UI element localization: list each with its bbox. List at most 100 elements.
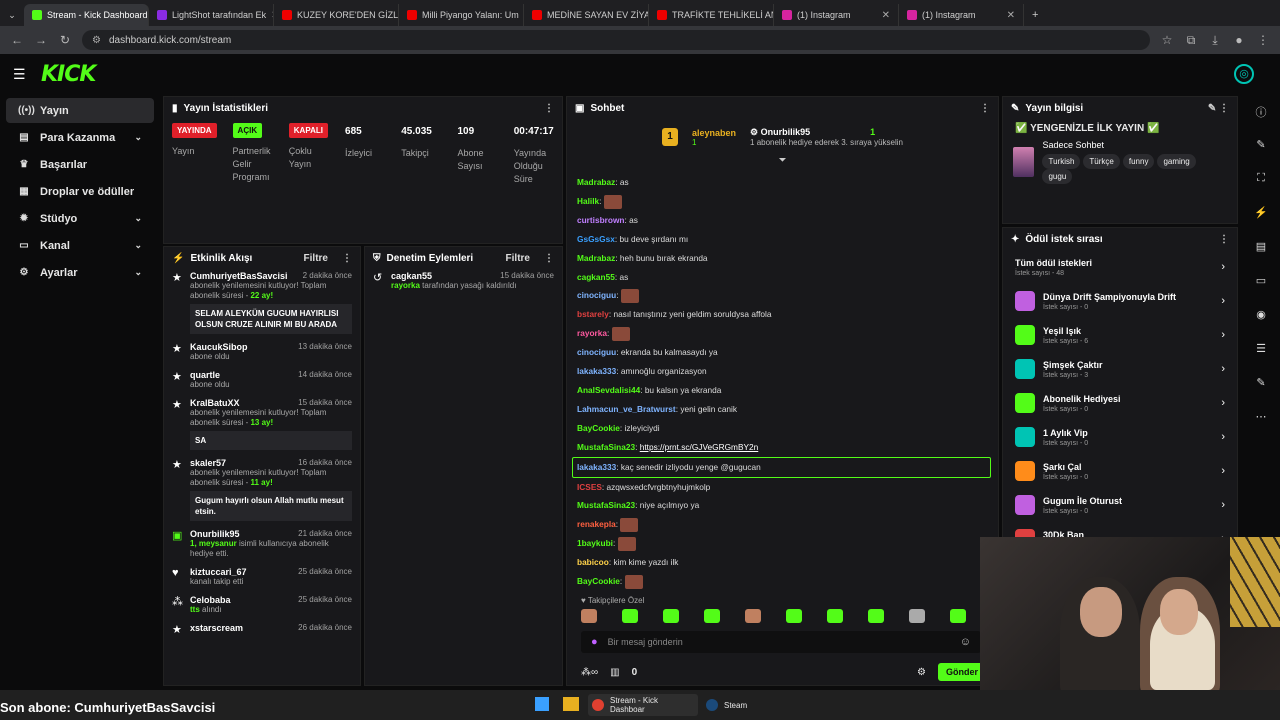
pencil-icon[interactable]: ✎ bbox=[1253, 138, 1269, 154]
emote-icon[interactable] bbox=[786, 609, 802, 623]
close-tab-icon[interactable]: ✕ bbox=[882, 10, 890, 21]
browser-tab[interactable]: MEDİNE SAYAN EV ZİYA✕ bbox=[524, 4, 649, 26]
settings-gear-icon[interactable]: ⚙ bbox=[917, 667, 926, 678]
taskbar-app-chrome[interactable]: Stream - Kick Dashboar bbox=[588, 694, 698, 716]
edit-icon[interactable]: ✎ ⋮ bbox=[1208, 103, 1229, 114]
chat-username[interactable]: MustafaSina23 bbox=[577, 500, 635, 510]
browser-tab[interactable]: KUZEY KORE'DEN GİZLİ✕ bbox=[274, 4, 399, 26]
category-thumbnail[interactable] bbox=[1013, 147, 1035, 177]
info-icon[interactable]: ⓘ bbox=[1253, 104, 1269, 120]
activity-username[interactable]: KralBatuXX bbox=[190, 398, 240, 408]
tab-search-icon[interactable]: ⌄ bbox=[0, 4, 24, 26]
forward-icon[interactable]: → bbox=[34, 33, 48, 47]
tag-chip[interactable]: gaming bbox=[1157, 154, 1196, 169]
bolt-icon[interactable]: ⚡ bbox=[1253, 206, 1269, 222]
reward-item[interactable]: Dünya Drift Şampiyonuyla Drift İstek sayı… bbox=[1003, 284, 1237, 318]
filter-button[interactable]: Filtre bbox=[304, 253, 328, 264]
chevron-right-icon[interactable]: › bbox=[1221, 397, 1225, 409]
reload-icon[interactable]: ↻ bbox=[58, 33, 72, 47]
reward-item[interactable]: Şarkı Çal İstek sayısı - 0 › bbox=[1003, 454, 1237, 488]
activity-username[interactable]: KaucukSibop bbox=[190, 342, 248, 352]
chat-username[interactable]: babicoo bbox=[577, 557, 609, 567]
chevron-right-icon[interactable]: › bbox=[1221, 295, 1225, 307]
chevron-down-icon[interactable]: ⌄ bbox=[134, 240, 142, 251]
chat-icon[interactable]: ▭ bbox=[1253, 274, 1269, 290]
filter-button[interactable]: Filtre bbox=[506, 253, 530, 264]
chevron-down-icon[interactable]: ⌄ bbox=[134, 267, 142, 278]
browser-tab[interactable]: LightShot tarafından Ek✕ bbox=[149, 4, 274, 26]
chevron-down-icon[interactable]: ⌄ bbox=[134, 132, 142, 143]
chat-username[interactable]: AnalSevdalisi44 bbox=[577, 385, 640, 395]
activity-username[interactable]: skaler57 bbox=[190, 458, 226, 468]
download-icon[interactable]: ⤓ bbox=[1208, 33, 1222, 48]
more-icon[interactable]: ⋮ bbox=[980, 103, 990, 114]
emote-icon[interactable] bbox=[620, 518, 639, 533]
activity-username[interactable]: xstarscream bbox=[190, 623, 243, 633]
chevron-right-icon[interactable]: › bbox=[1221, 261, 1225, 273]
browser-tab[interactable]: (1) Instagram ✕ bbox=[899, 4, 1024, 26]
chat-username[interactable]: Madrabaz bbox=[577, 253, 615, 263]
chat-username[interactable]: renakepla bbox=[577, 519, 616, 529]
more-icon[interactable]: ⋮ bbox=[342, 253, 352, 264]
chevron-right-icon[interactable]: › bbox=[1221, 363, 1225, 375]
reward-item[interactable]: 1 Aylık Vip İstek sayısı - 0 › bbox=[1003, 420, 1237, 454]
close-tab-icon[interactable]: ✕ bbox=[1007, 10, 1015, 21]
mic-icon[interactable]: ● bbox=[591, 636, 598, 648]
browser-tab[interactable]: TRAFİKTE TEHLİKELİ AN✕ bbox=[649, 4, 774, 26]
chat-username[interactable]: MustafaSina23 bbox=[577, 442, 635, 452]
emote-icon[interactable] bbox=[950, 609, 966, 623]
more-icon[interactable]: ⋮ bbox=[544, 253, 554, 264]
chest-icon[interactable]: ▥ bbox=[610, 667, 619, 678]
chat-username[interactable]: GsGsGsx bbox=[577, 234, 615, 244]
emote-icon[interactable] bbox=[827, 609, 843, 623]
chat-username[interactable]: BayCookie bbox=[577, 576, 620, 586]
activity-username[interactable]: Onurbilik95 bbox=[190, 529, 240, 539]
emote-icon[interactable] bbox=[909, 609, 925, 623]
chat-username[interactable]: cagkan55 bbox=[577, 272, 615, 282]
avatar[interactable]: ◎ bbox=[1234, 64, 1254, 84]
browser-tab[interactable]: Stream - Kick Dashboard✕ bbox=[24, 4, 149, 26]
chat-username[interactable]: Madrabaz bbox=[577, 177, 615, 187]
chat-username[interactable]: rayorka bbox=[577, 328, 607, 338]
more-icon[interactable]: ⋮ bbox=[1219, 234, 1229, 245]
sidebar-item-kanal[interactable]: ▭ Kanal ⌄ bbox=[6, 233, 154, 258]
chevron-right-icon[interactable]: › bbox=[1221, 431, 1225, 443]
emote-icon[interactable] bbox=[611, 327, 630, 342]
more-icon[interactable]: ⋮ bbox=[544, 103, 554, 114]
activity-username[interactable]: Celobaba bbox=[190, 595, 231, 605]
sidebar-item-para-kazanma[interactable]: ▤ Para Kazanma ⌄ bbox=[6, 125, 154, 150]
chat-username[interactable]: BayCookie bbox=[577, 423, 620, 433]
windows-start-icon[interactable] bbox=[535, 697, 549, 711]
taskbar-app-steam[interactable]: Steam bbox=[702, 694, 762, 716]
chat-username[interactable]: Halilk bbox=[577, 196, 599, 206]
sidebar-item-droplar-ve-ödüller[interactable]: ▦ Droplar ve ödüller bbox=[6, 179, 154, 204]
sidebar-item-yayın[interactable]: ((•)) Yayın bbox=[6, 98, 154, 123]
tag-chip[interactable]: gugu bbox=[1042, 169, 1073, 184]
moderation-username[interactable]: cagkan55 bbox=[391, 271, 432, 281]
chat-username[interactable]: cinociguu bbox=[577, 347, 616, 357]
chat-username[interactable]: lakaka333 bbox=[577, 366, 616, 376]
list-icon[interactable]: ☰ bbox=[1253, 342, 1269, 358]
new-tab-icon[interactable]: + bbox=[1024, 4, 1046, 26]
emote-icon[interactable] bbox=[624, 574, 643, 589]
browser-tab[interactable]: Milli Piyango Yalanı: Um✕ bbox=[399, 4, 524, 26]
menu-icon[interactable]: ⋮ bbox=[1256, 33, 1270, 47]
chat-username[interactable]: lakaka333 bbox=[577, 462, 616, 472]
fullscreen-icon[interactable]: ⛶ bbox=[1253, 172, 1269, 188]
chat-username[interactable]: curtisbrown bbox=[577, 215, 624, 225]
emote-icon[interactable] bbox=[745, 609, 761, 623]
more-icon[interactable]: ⋯ bbox=[1253, 410, 1269, 426]
activity-username[interactable]: quartle bbox=[190, 370, 220, 380]
emote-icon[interactable] bbox=[620, 289, 639, 304]
activity-username[interactable]: CumhuriyetBasSavcisi bbox=[190, 271, 288, 281]
emoji-icon[interactable]: ☺ bbox=[960, 636, 971, 648]
moderator-name[interactable]: rayorka bbox=[391, 281, 420, 290]
back-icon[interactable]: ← bbox=[10, 33, 24, 47]
chat-username[interactable]: cinociguu bbox=[577, 290, 616, 300]
emote-icon[interactable] bbox=[617, 537, 636, 552]
reward-item[interactable]: Yeşil Işık İstek sayısı - 6 › bbox=[1003, 318, 1237, 352]
reward-item[interactable]: Gugum İle Oturust İstek sayısı - 0 › bbox=[1003, 488, 1237, 522]
collapse-icon[interactable]: ⏷ bbox=[567, 155, 998, 173]
reward-item[interactable]: Abonelik Hediyesi İstek sayısı - 0 › bbox=[1003, 386, 1237, 420]
chevron-right-icon[interactable]: › bbox=[1221, 329, 1225, 341]
